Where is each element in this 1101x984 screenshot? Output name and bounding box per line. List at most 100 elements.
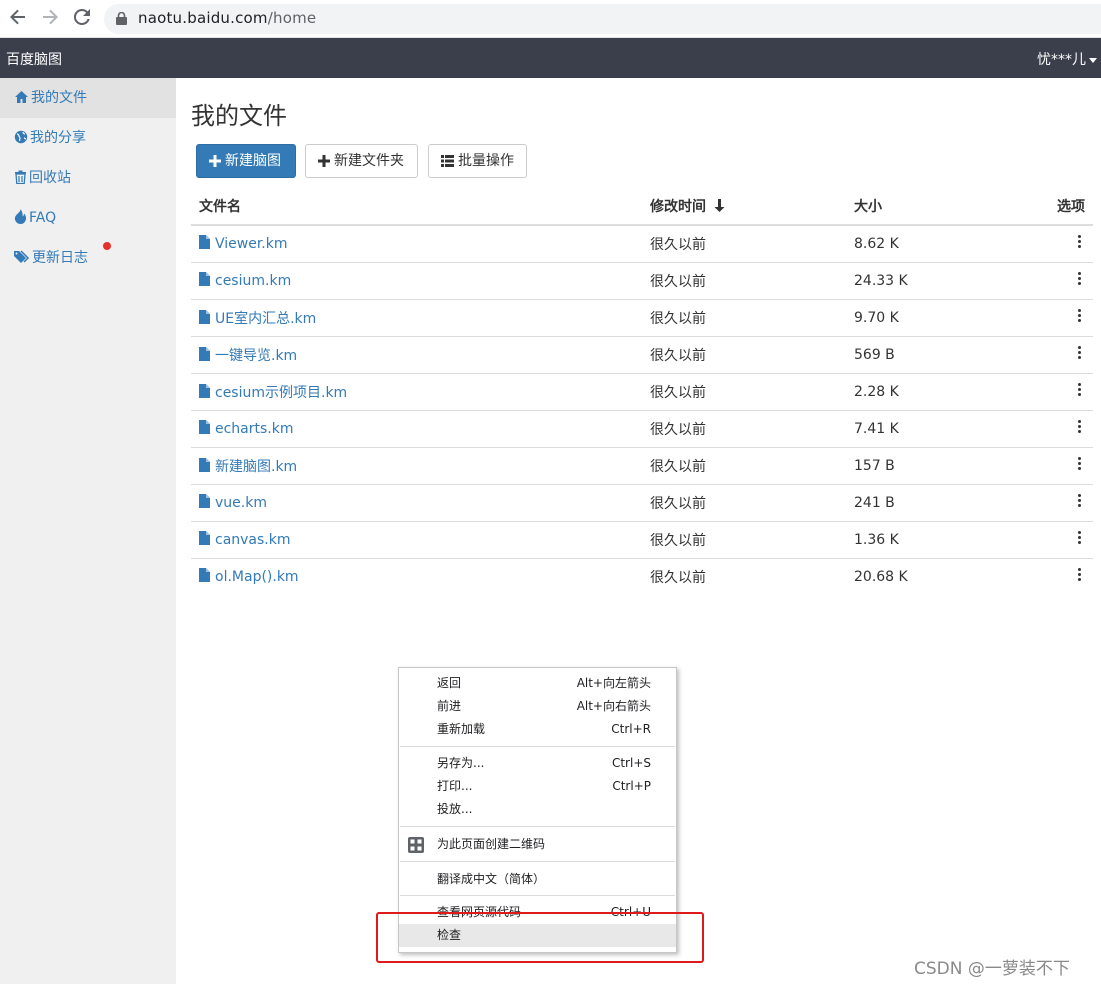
- file-link[interactable]: Viewer.km: [215, 236, 288, 252]
- column-header-name[interactable]: 文件名: [191, 188, 642, 226]
- new-folder-button[interactable]: 新建文件夹: [305, 144, 418, 178]
- menu-item-cast[interactable]: 投放...: [399, 798, 676, 821]
- sidebar-item-label: 回收站: [29, 170, 71, 186]
- menu-separator: [400, 861, 675, 862]
- sidebar-item-recycle-bin[interactable]: 回收站: [0, 158, 176, 198]
- tags-icon: [14, 250, 30, 263]
- size-cell: 8.62 K: [846, 224, 1026, 262]
- file-link[interactable]: cesium示例项目.km: [215, 385, 347, 401]
- more-options-icon[interactable]: [1078, 529, 1081, 546]
- file-icon: [199, 420, 210, 434]
- size-cell: 20.68 K: [846, 557, 1026, 595]
- options-cell: [1026, 520, 1093, 558]
- size-cell: 24.33 K: [846, 261, 1026, 299]
- menu-item-reload[interactable]: 重新加载 Ctrl+R: [399, 718, 676, 741]
- home-icon: [15, 91, 28, 103]
- options-cell: [1026, 298, 1093, 336]
- menu-item-back[interactable]: 返回 Alt+向左箭头: [399, 672, 676, 695]
- table-row[interactable]: ol.Map().km 很久以前 20.68 K: [191, 557, 1093, 595]
- sidebar-item-faq[interactable]: FAQ: [0, 198, 176, 238]
- modified-time-cell: 很久以前: [642, 409, 846, 447]
- table-row[interactable]: canvas.km 很久以前 1.36 K: [191, 520, 1093, 558]
- more-options-icon[interactable]: [1078, 492, 1081, 509]
- file-link[interactable]: ol.Map().km: [215, 569, 299, 585]
- table-row[interactable]: 一键导览.km 很久以前 569 B: [191, 335, 1093, 373]
- size-cell: 9.70 K: [846, 298, 1026, 336]
- plus-icon: [209, 155, 221, 167]
- table-row[interactable]: Viewer.km 很久以前 8.62 K: [191, 224, 1093, 262]
- file-icon: [199, 235, 210, 250]
- menu-item-print[interactable]: 打印... Ctrl+P: [399, 775, 676, 798]
- back-arrow-icon[interactable]: [7, 8, 29, 30]
- table-row[interactable]: vue.km 很久以前 241 B: [191, 483, 1093, 521]
- trash-icon: [15, 170, 26, 185]
- more-options-icon[interactable]: [1078, 270, 1081, 287]
- more-options-icon[interactable]: [1078, 455, 1081, 472]
- modified-time-cell: 很久以前: [642, 372, 846, 410]
- modified-time-cell: 很久以前: [642, 335, 846, 373]
- file-icon: [199, 346, 210, 361]
- modified-time-cell: 很久以前: [642, 446, 846, 484]
- file-name-cell: canvas.km: [191, 520, 642, 558]
- table-row[interactable]: UE室内汇总.km 很久以前 9.70 K: [191, 298, 1093, 336]
- reload-icon[interactable]: [71, 8, 93, 30]
- file-name-cell: cesium.km: [191, 261, 642, 299]
- modified-time-cell: 很久以前: [642, 483, 846, 521]
- size-cell: 7.41 K: [846, 409, 1026, 447]
- sidebar-item-my-files[interactable]: 我的文件: [0, 78, 176, 118]
- menu-item-create-qr-code[interactable]: 为此页面创建二维码: [399, 833, 676, 856]
- file-link[interactable]: UE室内汇总.km: [215, 311, 316, 327]
- file-icon: [199, 457, 210, 472]
- context-menu: 返回 Alt+向左箭头 前进 Alt+向右箭头 重新加载 Ctrl+R 另存为... C…: [398, 667, 677, 953]
- more-options-icon[interactable]: [1078, 418, 1081, 435]
- sidebar-item-changelog[interactable]: 更新日志: [0, 238, 176, 278]
- file-link[interactable]: 一键导览.km: [215, 348, 297, 364]
- brand-logo[interactable]: 百度脑图: [6, 49, 62, 69]
- forward-arrow-icon[interactable]: [39, 8, 61, 30]
- more-options-icon[interactable]: [1078, 381, 1081, 398]
- modified-time-cell: 很久以前: [642, 557, 846, 595]
- more-options-icon[interactable]: [1078, 233, 1081, 250]
- menu-item-forward[interactable]: 前进 Alt+向右箭头: [399, 695, 676, 718]
- file-icon: [199, 568, 210, 583]
- table-row[interactable]: echarts.km 很久以前 7.41 K: [191, 409, 1093, 447]
- menu-item-save-as[interactable]: 另存为... Ctrl+S: [399, 752, 676, 775]
- user-name: 忧***儿: [1037, 52, 1086, 68]
- more-options-icon[interactable]: [1078, 307, 1081, 324]
- options-cell: [1026, 372, 1093, 410]
- file-table: 文件名 修改时间 大小 选项 Viewer.km 很久以前 8.62 Kcesium…: [191, 188, 1093, 595]
- options-cell: [1026, 335, 1093, 373]
- menu-separator: [400, 746, 675, 747]
- file-name-cell: 一键导览.km: [191, 335, 642, 373]
- size-cell: 157 B: [846, 446, 1026, 484]
- sidebar-item-my-shares[interactable]: 我的分享: [0, 118, 176, 158]
- address-bar[interactable]: naotu.baidu.com/home: [104, 4, 1101, 34]
- batch-operation-button[interactable]: 批量操作: [428, 144, 527, 178]
- table-row[interactable]: cesium.km 很久以前 24.33 K: [191, 261, 1093, 299]
- table-row[interactable]: cesium示例项目.km 很久以前 2.28 K: [191, 372, 1093, 410]
- file-link[interactable]: cesium.km: [215, 273, 291, 289]
- file-icon: [199, 383, 210, 398]
- new-map-button[interactable]: 新建脑图: [196, 144, 296, 178]
- options-cell: [1026, 261, 1093, 299]
- more-options-icon[interactable]: [1078, 566, 1081, 583]
- modified-time-cell: 很久以前: [642, 298, 846, 336]
- menu-separator: [400, 895, 675, 896]
- file-link[interactable]: echarts.km: [215, 421, 294, 437]
- menu-item-translate[interactable]: 翻译成中文（简体）: [399, 868, 676, 891]
- table-row[interactable]: 新建脑图.km 很久以前 157 B: [191, 446, 1093, 484]
- file-name-cell: Viewer.km: [191, 224, 642, 262]
- more-options-icon[interactable]: [1078, 344, 1081, 361]
- column-header-size[interactable]: 大小: [846, 188, 1026, 226]
- options-cell: [1026, 557, 1093, 595]
- qr-code-icon: [408, 837, 424, 853]
- file-link[interactable]: canvas.km: [215, 532, 291, 548]
- file-link[interactable]: vue.km: [215, 495, 267, 511]
- file-name-cell: vue.km: [191, 483, 642, 521]
- caret-down-icon: [1089, 57, 1097, 63]
- column-header-time[interactable]: 修改时间: [642, 188, 846, 226]
- file-link[interactable]: 新建脑图.km: [215, 459, 297, 475]
- column-header-options: 选项: [1026, 188, 1093, 226]
- user-menu[interactable]: 忧***儿: [1037, 49, 1097, 69]
- menu-separator: [400, 826, 675, 827]
